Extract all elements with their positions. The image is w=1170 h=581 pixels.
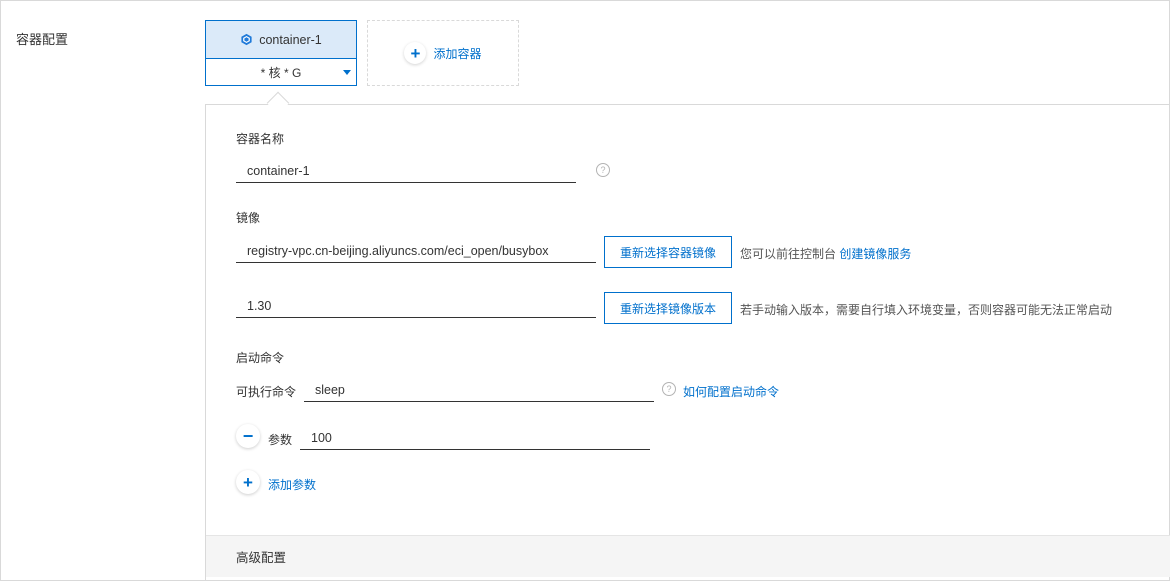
reselect-image-button[interactable]: 重新选择容器镜像 [604,236,732,268]
cube-icon [241,33,252,46]
exec-command-value: sleep [315,382,345,397]
add-container-button[interactable]: + 添加容器 [367,20,519,86]
plus-icon[interactable]: + [236,470,260,494]
container-tab[interactable]: container-1 * 核 * G [205,20,357,86]
image-version-input[interactable]: 1.30 [236,294,596,318]
container-spec-value: * 核 * G [260,66,302,80]
image-hint-text: 您可以前往控制台 [740,247,837,261]
question-circle-icon[interactable]: ? [662,382,676,396]
minus-icon[interactable]: − [236,424,260,448]
startup-command-label: 启动命令 [236,351,285,365]
version-hint: 若手动输入版本，需要自行填入环境变量，否则容器可能无法正常启动 [740,303,1113,317]
container-name-value: container-1 [247,163,310,178]
section-label: 容器配置 [16,32,69,47]
param-input[interactable]: 100 [300,426,650,450]
image-label: 镜像 [236,211,261,225]
advanced-config-toggle[interactable]: 高级配置 [206,535,1170,577]
advanced-config-label: 高级配置 [236,551,287,565]
question-circle-icon[interactable]: ? [596,163,610,177]
reselect-version-button[interactable]: 重新选择镜像版本 [604,292,732,324]
container-name-label: 容器名称 [236,132,285,146]
image-version-value: 1.30 [247,298,272,313]
image-value: registry-vpc.cn-beijing.aliyuncs.com/eci… [247,243,549,258]
add-param-link[interactable]: 添加参数 [268,476,316,493]
container-spec-select[interactable]: * 核 * G [206,59,356,86]
exec-command-label: 可执行命令 [236,385,297,399]
plus-icon: + [404,42,427,64]
param-value: 100 [311,430,332,445]
container-tab-header[interactable]: container-1 [206,21,356,59]
image-hint: 您可以前往控制台 创建镜像服务 [740,245,911,262]
caret-down-icon[interactable] [343,70,351,75]
image-input[interactable]: registry-vpc.cn-beijing.aliyuncs.com/eci… [236,239,596,263]
add-container-label: 添加容器 [433,46,482,61]
container-tab-name: container-1 [259,32,322,47]
how-to-configure-command-link[interactable]: 如何配置启动命令 [683,383,779,400]
exec-command-input[interactable]: sleep [304,378,654,402]
container-name-input[interactable]: container-1 [236,159,576,183]
create-image-service-link[interactable]: 创建镜像服务 [839,247,911,261]
param-label: 参数 [268,433,293,447]
